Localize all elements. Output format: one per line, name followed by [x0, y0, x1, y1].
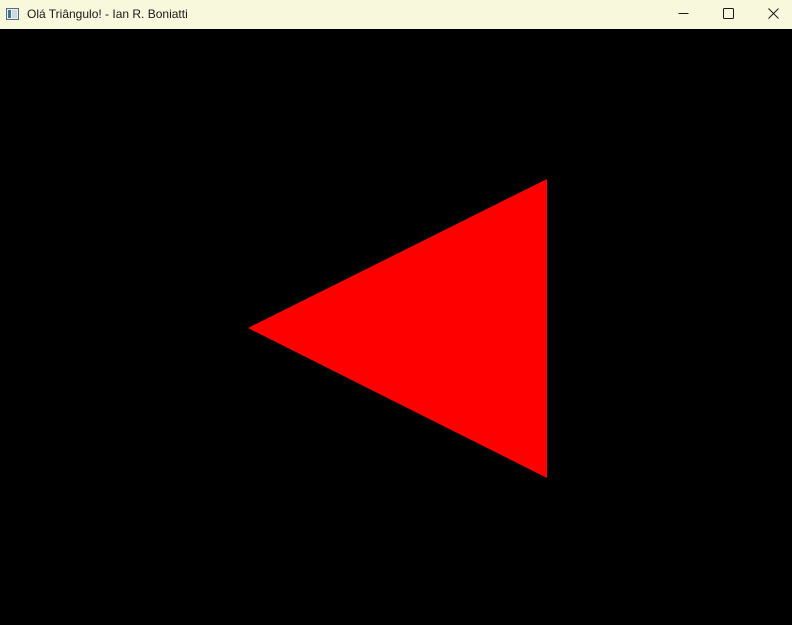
render-canvas[interactable] — [0, 29, 792, 625]
render-surface — [248, 179, 547, 478]
red-triangle — [248, 179, 547, 478]
maximize-icon — [722, 6, 734, 24]
close-button[interactable] — [750, 0, 792, 29]
title-bar[interactable]: Olá Triângulo! - Ian R. Boniatti — [0, 0, 792, 29]
minimize-icon — [678, 6, 689, 24]
app-window-icon[interactable] — [6, 7, 19, 20]
window-title: Olá Triângulo! - Ian R. Boniatti — [27, 7, 188, 21]
minimize-button[interactable] — [660, 0, 706, 29]
maximize-button[interactable] — [705, 0, 751, 29]
close-icon — [767, 6, 779, 24]
app-window: Olá Triângulo! - Ian R. Boniatti — [0, 0, 792, 625]
